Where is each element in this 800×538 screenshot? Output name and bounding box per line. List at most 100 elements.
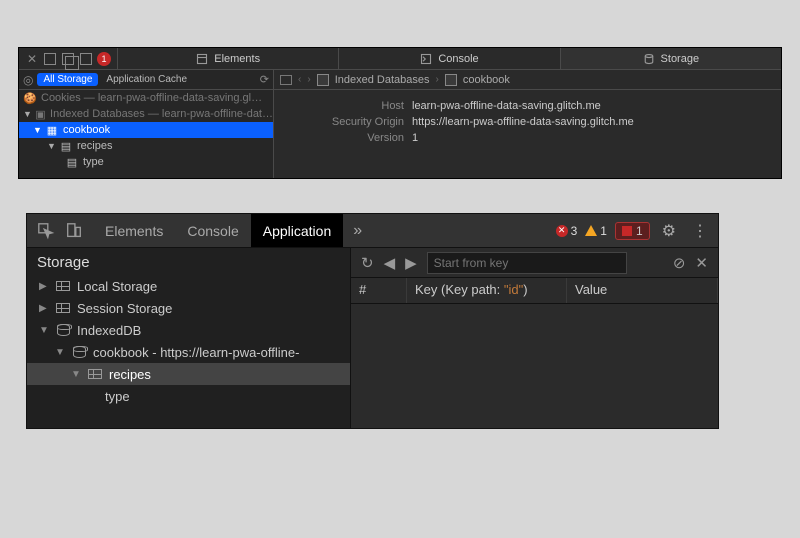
dock-side-icon[interactable] (43, 52, 57, 66)
device-toggle-icon[interactable] (65, 222, 83, 240)
cookie-icon: 🍪 (23, 92, 37, 105)
storage-icon (643, 53, 655, 65)
tree-label: cookbook (63, 124, 110, 136)
more-tabs-icon[interactable]: » (343, 222, 372, 240)
tab-label: Console (187, 223, 238, 239)
tree-label: type (83, 156, 104, 168)
elements-icon (196, 53, 208, 65)
reload-icon[interactable]: ⟳ (260, 73, 269, 86)
disclosure-arrow-icon: ▶ (39, 281, 49, 292)
filter-all-storage[interactable]: All Storage (37, 73, 98, 86)
tab-elements[interactable]: Elements (93, 214, 175, 247)
more-menu-icon[interactable]: ⋮ (688, 221, 712, 241)
dock-bottom-icon[interactable] (61, 52, 75, 66)
tab-storage[interactable]: Storage (560, 48, 781, 69)
database-icon (71, 345, 87, 359)
tab-label: Console (438, 53, 478, 65)
safari-tab-bar: ✕ 1 Elements Console Storage (19, 48, 781, 70)
index-icon: ▤ (65, 156, 79, 169)
eye-icon[interactable]: ◎ (23, 73, 33, 87)
chrome-tab-bar: Elements Console Application » ✕3 1 1 ⚙ … (27, 214, 718, 248)
warnings-badge[interactable]: 1 (585, 224, 607, 238)
col-hash[interactable]: # (351, 278, 407, 303)
col-key[interactable]: Key (Key path: "id") (407, 278, 567, 303)
safari-filter-bar: ◎ All Storage Application Cache ⟳ (19, 70, 273, 90)
tab-console[interactable]: Console (338, 48, 559, 69)
delete-icon[interactable]: ✕ (695, 254, 708, 272)
safari-storage-tree: 🍪 Cookies — learn-pwa-offline-data-savin… (19, 90, 273, 178)
tree-label: type (105, 389, 130, 404)
tree-recipes[interactable]: ▼ recipes (27, 363, 350, 385)
close-icon[interactable]: ✕ (25, 52, 39, 66)
hidden-issues-badge[interactable]: 1 (615, 222, 650, 240)
tree-type[interactable]: ▤ type (19, 154, 273, 170)
disclosure-arrow-icon: ▼ (33, 125, 41, 135)
chrome-sidebar: Storage ▶Local Storage ▶Session Storage … (27, 248, 351, 428)
tree-session-storage[interactable]: ▶ Session Storage (27, 297, 350, 319)
tree-label: recipes (77, 140, 112, 152)
safari-db-details: Host learn-pwa-offline-data-saving.glitch… (274, 90, 781, 154)
detail-key: Version (284, 132, 404, 144)
prev-page-icon[interactable]: ◀ (384, 254, 396, 272)
tree-label: recipes (109, 367, 151, 382)
history-forward-icon[interactable]: › (307, 74, 310, 85)
breadcrumb-sep-icon: › (435, 74, 438, 85)
tab-elements[interactable]: Elements (117, 48, 338, 69)
refresh-icon[interactable]: ↻ (361, 254, 374, 272)
col-value[interactable]: Value (567, 278, 718, 303)
settings-gear-icon[interactable]: ⚙ (658, 221, 680, 241)
inspect-icon[interactable] (37, 222, 55, 240)
tree-cookbook[interactable]: ▼cookbook - https://learn-pwa-offline- (27, 341, 350, 363)
next-page-icon[interactable]: ▶ (405, 254, 417, 272)
database-icon: ▦ (45, 124, 59, 137)
database-icon (445, 74, 457, 86)
breadcrumb-item[interactable]: cookbook (463, 74, 510, 86)
safari-breadcrumb-bar: ‹ › Indexed Databases › cookbook (274, 70, 781, 90)
error-count-badge[interactable]: 1 (97, 52, 111, 66)
section-heading-storage: Storage (27, 248, 350, 275)
tab-label: Elements (214, 53, 260, 65)
table-icon (55, 279, 71, 293)
tree-cookies[interactable]: 🍪 Cookies — learn-pwa-offline-data-savin… (19, 90, 273, 106)
database-icon (55, 323, 71, 337)
issue-square-icon (622, 226, 632, 236)
error-dot-icon: ✕ (556, 225, 568, 237)
filter-application-cache[interactable]: Application Cache (102, 74, 191, 85)
clear-icon[interactable]: ⊘ (673, 254, 686, 272)
tree-indexed-databases[interactable]: ▼ ▣ Indexed Databases — learn-pwa-offlin… (19, 106, 273, 122)
tree-label: Local Storage (77, 279, 157, 294)
detail-key: Security Origin (284, 116, 404, 128)
disclosure-arrow-icon: ▼ (55, 347, 65, 358)
disclosure-arrow-icon: ▶ (39, 303, 49, 314)
disclosure-arrow-icon: ▼ (39, 325, 49, 336)
table-icon: ▤ (59, 140, 73, 153)
tree-label: Cookies — learn-pwa-offline-data-saving.… (41, 92, 262, 104)
breadcrumb-item[interactable]: Indexed Databases (335, 74, 430, 86)
disclosure-arrow-icon: ▼ (23, 109, 31, 119)
errors-badge[interactable]: ✕3 (556, 224, 578, 238)
tree-indexeddb[interactable]: ▼IndexedDB (27, 319, 350, 341)
safari-devtools-panel: ✕ 1 Elements Console Storage ◎ All Stora… (18, 47, 782, 179)
disclosure-arrow-icon: ▼ (71, 369, 81, 380)
detail-value: 1 (412, 132, 418, 144)
safari-sidebar: ◎ All Storage Application Cache ⟳ 🍪 Cook… (19, 70, 274, 178)
tree-cookbook[interactable]: ▼ ▦ cookbook (19, 122, 273, 138)
tree-label: Session Storage (77, 301, 172, 316)
tree-local-storage[interactable]: ▶ Local Storage (27, 275, 350, 297)
tab-application[interactable]: Application (251, 214, 344, 247)
tree-type[interactable]: type (27, 385, 350, 407)
detail-value: learn-pwa-offline-data-saving.glitch.me (412, 100, 601, 112)
tab-console[interactable]: Console (175, 214, 250, 247)
folder-icon (317, 74, 329, 86)
detail-key: Host (284, 100, 404, 112)
folder-icon: ▣ (35, 108, 46, 121)
sidebar-toggle-icon[interactable] (280, 75, 292, 85)
table-icon (55, 301, 71, 315)
tree-recipes[interactable]: ▼ ▤ recipes (19, 138, 273, 154)
chrome-table-header: # Key (Key path: "id") Value (351, 278, 718, 304)
chrome-devtools-panel: Elements Console Application » ✕3 1 1 ⚙ … (26, 213, 719, 429)
history-back-icon[interactable]: ‹ (298, 74, 301, 85)
popout-icon[interactable] (79, 52, 93, 66)
start-from-key-input[interactable] (427, 252, 627, 274)
disclosure-arrow-icon: ▼ (47, 141, 55, 151)
